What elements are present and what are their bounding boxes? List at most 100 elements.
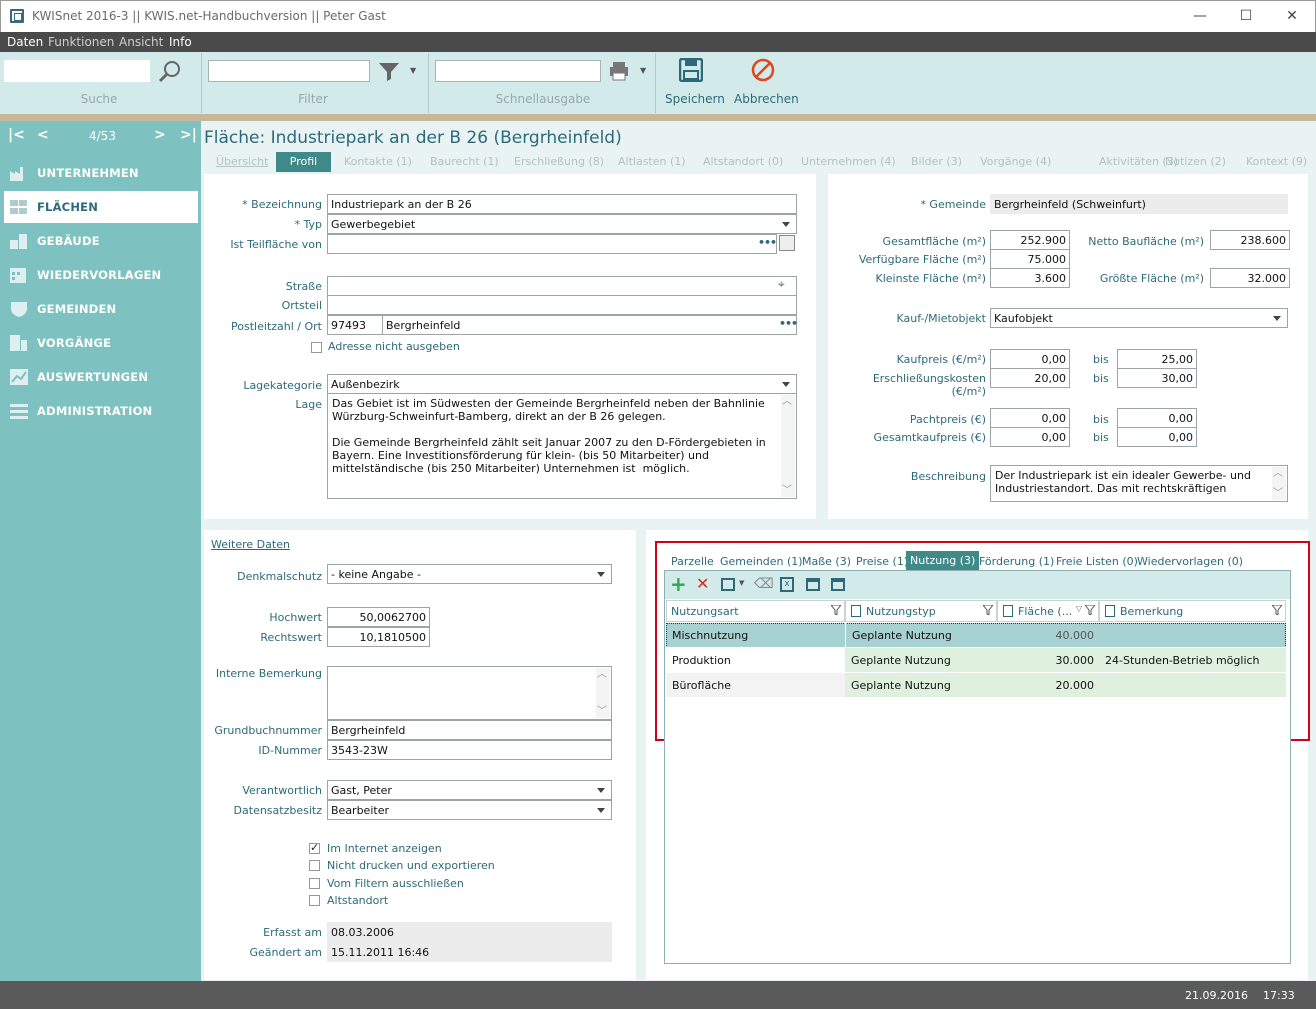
column-header-nutzungsart[interactable]: Nutzungsart <box>666 600 845 622</box>
quick-output-input[interactable] <box>435 60 601 82</box>
subtab-gemeinden[interactable]: Gemeinden (1) <box>720 555 803 568</box>
filter-icon[interactable] <box>1272 605 1282 615</box>
columns-icon[interactable] <box>721 578 735 591</box>
tab-unternehmen[interactable]: Unternehmen (4) <box>801 155 896 168</box>
menu-funktionen[interactable]: Funktionen <box>48 35 114 49</box>
lage-textarea[interactable]: Das Gebiet ist im Südwesten der Gemeinde… <box>327 393 797 499</box>
prev-record-icon[interactable]: < <box>37 127 49 143</box>
tab-altlasten[interactable]: Altlasten (1) <box>618 155 686 168</box>
next-record-icon[interactable]: > <box>154 127 166 143</box>
altstandort-checkbox[interactable] <box>309 895 320 906</box>
subtab-masse[interactable]: Maße (3) <box>802 555 851 568</box>
menu-ansicht[interactable]: Ansicht <box>119 35 163 49</box>
kauf-select[interactable]: Kaufobjekt <box>990 308 1288 328</box>
ort-input[interactable]: Bergrheinfeld <box>382 315 797 335</box>
grundbuch-input[interactable]: Bergrheinfeld <box>327 720 612 740</box>
tab-erschliessung[interactable]: Erschließung (8) <box>514 155 604 168</box>
subtab-nutzung[interactable]: Nutzung (3) <box>906 551 980 570</box>
denkmal-select[interactable]: - keine Angabe - <box>327 564 612 584</box>
erschliessung-bis-input[interactable]: 30,00 <box>1117 368 1197 388</box>
printer-icon[interactable] <box>608 60 630 82</box>
scrollbar[interactable] <box>781 395 795 497</box>
sort-icon[interactable]: ▽ <box>1076 604 1082 613</box>
map-locate-icon[interactable]: ⌖ <box>778 277 785 292</box>
filter-icon[interactable] <box>1085 605 1095 615</box>
plz-input[interactable]: 97493 <box>327 315 383 335</box>
cancel-button[interactable]: Abbrechen <box>732 56 799 112</box>
grid-picker-icon[interactable] <box>779 235 795 251</box>
verantwortlich-select[interactable]: Gast, Peter <box>327 780 612 800</box>
tab-vorgaenge[interactable]: Vorgänge (4) <box>980 155 1051 168</box>
lagekategorie-select[interactable]: Außenbezirk <box>327 374 797 394</box>
ortsteil-input[interactable] <box>327 295 797 315</box>
filter-icon[interactable] <box>983 605 993 615</box>
sidebar-item-vorgaenge[interactable]: VORGÄNGE <box>0 327 201 359</box>
gesamtkaufpreis-bis-input[interactable]: 0,00 <box>1117 427 1197 447</box>
tab-altstandort[interactable]: Altstandort (0) <box>703 155 783 168</box>
typ-select[interactable]: Gewerbegebiet <box>327 214 797 234</box>
netto-input[interactable]: 238.600 <box>1210 230 1290 250</box>
scrollbar[interactable] <box>596 668 610 718</box>
tab-uebersicht[interactable]: Übersicht <box>216 155 268 168</box>
search-icon[interactable] <box>156 60 184 84</box>
close-icon[interactable]: ✕ <box>1269 1 1315 31</box>
bezeichnung-input[interactable]: Industriepark an der B 26 <box>327 194 797 214</box>
print-dropdown-icon[interactable]: ▼ <box>640 66 646 75</box>
gesamtflaeche-input[interactable]: 252.900 <box>990 230 1070 250</box>
filter-icon[interactable] <box>831 605 841 615</box>
sidebar-item-gemeinden[interactable]: GEMEINDEN <box>0 293 201 325</box>
tab-kontakte[interactable]: Kontakte (1) <box>344 155 412 168</box>
add-icon[interactable]: + <box>670 572 687 596</box>
adresse-nicht-ausgeben-checkbox[interactable] <box>311 342 322 353</box>
groesste-input[interactable]: 32.000 <box>1210 268 1290 288</box>
im-internet-checkbox[interactable] <box>309 841 320 854</box>
window-icon[interactable] <box>806 578 820 591</box>
last-record-icon[interactable]: >| <box>180 127 197 143</box>
minimize-icon[interactable]: — <box>1177 1 1223 31</box>
sidebar-item-unternehmen[interactable]: UNTERNEHMEN <box>0 157 201 189</box>
delete-icon[interactable]: ✕ <box>696 574 709 593</box>
sidebar-item-administration[interactable]: ADMINISTRATION <box>0 395 201 427</box>
menu-info[interactable]: Info <box>169 35 192 49</box>
sidebar-item-flaechen[interactable]: FLÄCHEN <box>4 191 198 223</box>
first-record-icon[interactable]: |< <box>8 127 25 143</box>
tab-baurecht[interactable]: Baurecht (1) <box>430 155 499 168</box>
more-icon[interactable]: ••• <box>779 317 798 330</box>
tab-profil[interactable]: Profil <box>276 152 331 172</box>
filter-input[interactable] <box>208 60 370 82</box>
subtab-wiedervorlagen[interactable]: Wiedervorlagen (0) <box>1137 555 1243 568</box>
filter-dropdown-icon[interactable]: ▼ <box>410 66 416 75</box>
sidebar-item-auswertungen[interactable]: AUSWERTUNGEN <box>0 361 201 393</box>
interne-bemerkung-textarea[interactable] <box>327 666 612 720</box>
subtab-preise[interactable]: Preise (1) <box>856 555 908 568</box>
menu-daten[interactable]: Daten <box>7 35 43 49</box>
export-icon[interactable]: x <box>780 577 794 592</box>
kleinste-input[interactable]: 3.600 <box>990 268 1070 288</box>
pachtpreis-bis-input[interactable]: 0,00 <box>1117 408 1197 428</box>
pachtpreis-von-input[interactable]: 0,00 <box>990 408 1070 428</box>
sidebar-item-wiedervorlagen[interactable]: WIEDERVORLAGEN <box>0 259 201 291</box>
gesamtkaufpreis-von-input[interactable]: 0,00 <box>990 427 1070 447</box>
column-header-flaeche[interactable]: Fläche (... ▽ <box>997 600 1099 622</box>
strasse-input[interactable] <box>327 276 797 296</box>
nicht-drucken-checkbox[interactable] <box>309 860 320 871</box>
sidebar-item-gebaeude[interactable]: GEBÄUDE <box>0 225 201 257</box>
beschreibung-textarea[interactable]: Der Industriepark ist ein idealer Gewerb… <box>990 465 1288 502</box>
subtab-freie-listen[interactable]: Freie Listen (0) <box>1056 555 1138 568</box>
erschliessung-von-input[interactable]: 20,00 <box>990 368 1070 388</box>
vom-filtern-checkbox[interactable] <box>309 878 320 889</box>
table-icon[interactable] <box>831 578 845 591</box>
besitz-select[interactable]: Bearbeiter <box>327 800 612 820</box>
search-input[interactable] <box>4 60 150 82</box>
tab-bilder[interactable]: Bilder (3) <box>911 155 962 168</box>
hochwert-input[interactable]: 50,0062700 <box>327 607 430 627</box>
verfuegbar-input[interactable]: 75.000 <box>990 249 1070 269</box>
column-header-nutzungstyp[interactable]: Nutzungstyp <box>845 600 997 622</box>
weitere-daten-link[interactable]: Weitere Daten <box>211 538 290 551</box>
save-button[interactable]: Speichern <box>662 56 725 112</box>
clear-filter-icon[interactable]: ⌫ <box>754 576 774 592</box>
subtab-parzelle[interactable]: Parzelle <box>671 555 714 568</box>
columns-dropdown-icon[interactable]: ▼ <box>739 579 744 587</box>
scrollbar[interactable] <box>1272 467 1286 500</box>
maximize-icon[interactable]: ☐ <box>1223 1 1269 31</box>
